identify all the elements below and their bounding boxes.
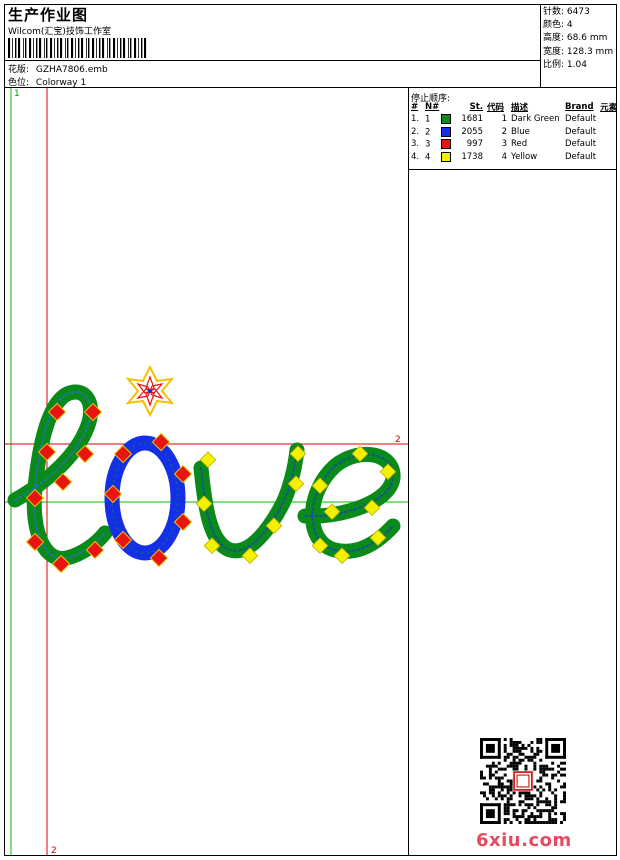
col-brand-header: Brand — [565, 102, 594, 112]
table-row: 4. 4 1738 4 Yellow Default — [411, 151, 597, 162]
col-code-header: 代码 — [487, 103, 505, 113]
col-stitches-header: St. — [469, 102, 483, 112]
barcode — [8, 38, 147, 58]
swatch-blue — [441, 126, 452, 137]
swatch-yellow — [441, 151, 452, 162]
col-index-header: # — [411, 102, 419, 112]
col-desc-header: 描述 — [511, 103, 529, 113]
stat-height: 高度: 68.6 mm — [543, 33, 608, 44]
design-file-row: 花版: GZHA7806.emb — [8, 62, 108, 75]
design-file-value: GZHA7806.emb — [35, 65, 108, 75]
stats-divider — [540, 4, 541, 87]
guide-label-2-right: 2 — [395, 435, 401, 445]
colorway-label: 色位: — [8, 78, 30, 88]
canvas-divider — [408, 87, 409, 856]
stat-width: 宽度: 128.3 mm — [543, 46, 614, 57]
colorway-row: 色位: Colorway 1 — [8, 75, 86, 88]
col-element-header: 元素 — [600, 103, 618, 113]
embroidery-preview: 1 2 2 — [5, 88, 408, 855]
swatch-red — [441, 139, 452, 149]
table-row: 1. 1 1681 1 Dark Green Default — [411, 114, 597, 125]
stat-stitches: 针数: 6473 — [543, 7, 590, 17]
stat-colors: 颜色: 4 — [543, 20, 573, 31]
swatch-dark-green — [441, 114, 452, 124]
stats-panel: 针数: 6473 颜色: 4 高度: 68.6 mm 宽度: 128.3 mm … — [543, 6, 613, 72]
qr-code — [480, 738, 566, 824]
stat-scale: 比例: 1.04 — [543, 59, 587, 70]
barcode-divider — [4, 60, 540, 61]
table-divider — [408, 169, 617, 170]
table-row: 3. 3 997 3 Red Default — [411, 139, 597, 150]
table-row: 2. 2 2055 2 Blue Default — [411, 126, 597, 137]
color-sequence-table: # N# St. 代码 描述 Brand 元素 1. 1 1681 1 Dark… — [409, 101, 619, 163]
flower-star-motif — [125, 364, 175, 418]
colorway-value: Colorway 1 — [35, 78, 87, 88]
design-file-label: 花版: — [8, 65, 30, 75]
page-title: 生产作业图 — [8, 6, 89, 24]
studio-name: Wilcom(汇宝)技饰工作室 — [8, 27, 111, 37]
guide-label-1: 1 — [14, 89, 20, 99]
col-n-header: N# — [425, 102, 440, 112]
guide-label-2-bottom: 2 — [51, 846, 57, 855]
letter-v — [193, 442, 305, 559]
table-header-row: # N# St. 代码 描述 Brand 元素 — [409, 101, 619, 113]
watermark: 6xiu.com — [476, 830, 572, 851]
